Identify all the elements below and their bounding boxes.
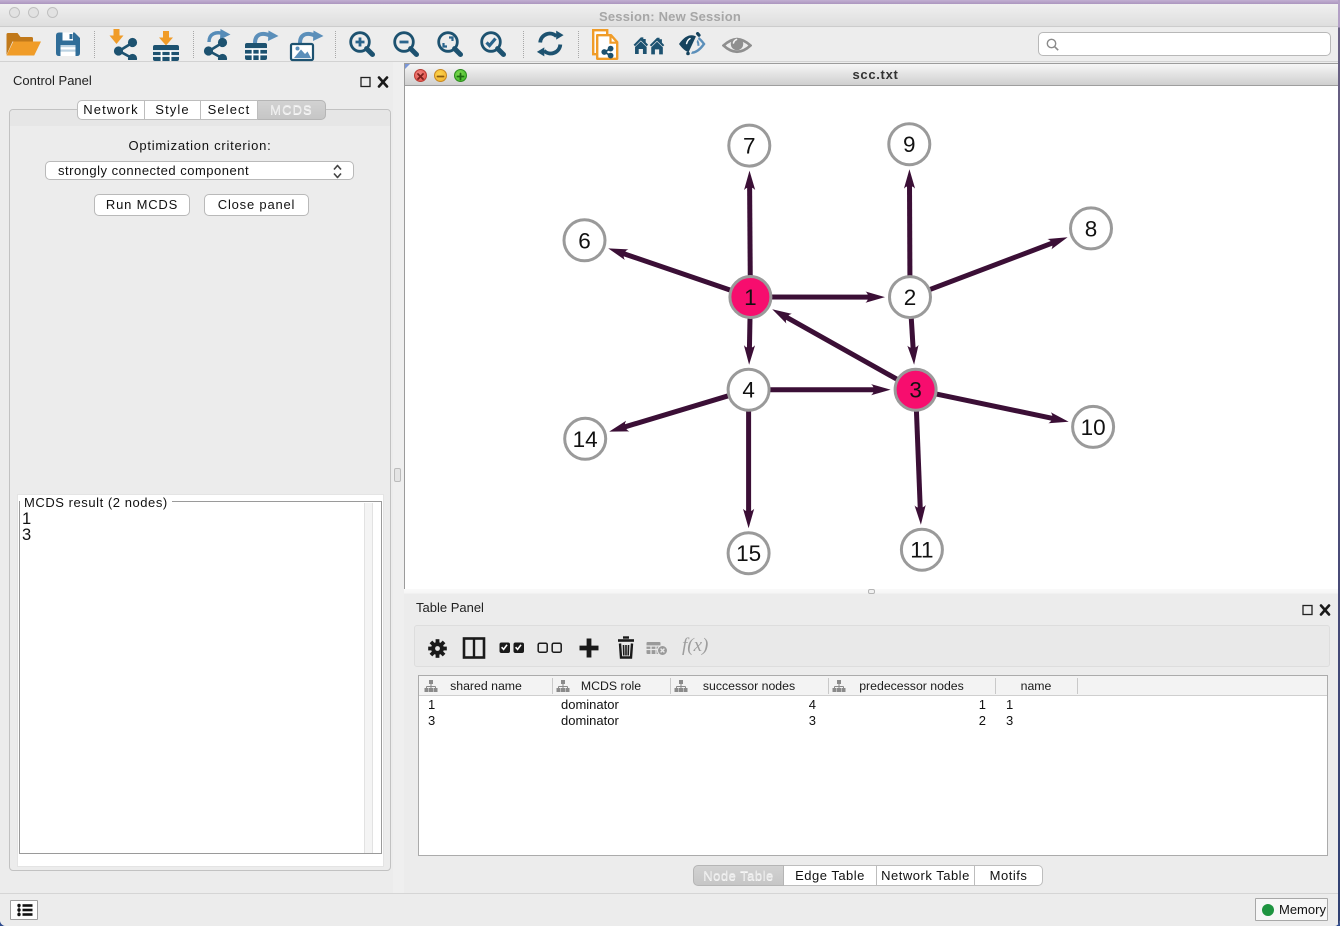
svg-text:15: 15 [736, 541, 761, 566]
svg-text:9: 9 [903, 132, 916, 157]
svg-text:8: 8 [1085, 216, 1098, 241]
svg-text:7: 7 [743, 134, 756, 159]
svg-text:6: 6 [578, 228, 591, 253]
svg-text:14: 14 [573, 427, 598, 452]
svg-text:2: 2 [904, 285, 917, 310]
svg-text:11: 11 [910, 538, 933, 563]
svg-text:4: 4 [742, 378, 755, 403]
svg-text:3: 3 [909, 378, 922, 403]
svg-text:10: 10 [1081, 415, 1106, 440]
svg-text:1: 1 [744, 285, 757, 310]
